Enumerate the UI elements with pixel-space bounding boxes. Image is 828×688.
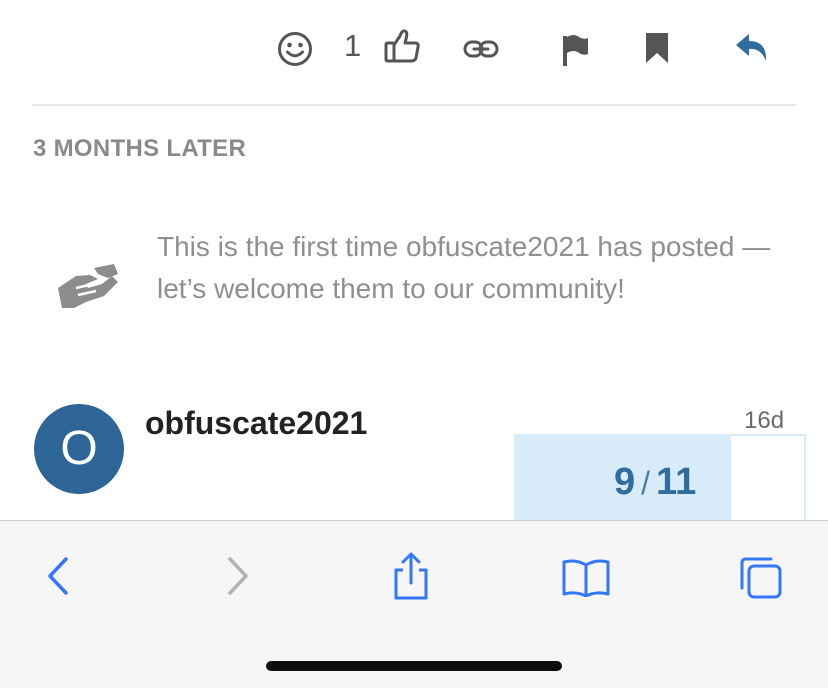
post-age[interactable]: 16d	[744, 406, 784, 436]
emoji-icon	[278, 32, 312, 66]
share-button[interactable]	[388, 549, 434, 603]
post-divider	[32, 104, 796, 106]
reply-icon	[736, 34, 767, 61]
timeline-counter: 9/11	[614, 460, 696, 505]
like-count: 1	[344, 28, 362, 63]
timeline-current: 9	[614, 461, 636, 503]
welcome-message: This is the first time obfuscate2021 has…	[157, 231, 771, 304]
handshake-icon	[56, 262, 120, 314]
thumbs-up-icon	[384, 29, 420, 63]
post-username[interactable]: obfuscate2021	[145, 404, 367, 442]
reply-button[interactable]	[732, 30, 772, 66]
bookmark-icon	[646, 33, 668, 63]
avatar[interactable]: O	[34, 404, 124, 494]
like-button[interactable]	[382, 26, 422, 66]
timeline-total: 11	[656, 461, 697, 503]
timeline-separator: /	[641, 465, 651, 501]
bookmarks-icon	[562, 559, 610, 597]
forward-icon	[228, 557, 248, 595]
bookmarks-button[interactable]	[560, 555, 612, 599]
back-icon	[48, 557, 68, 595]
tabs-button[interactable]	[736, 553, 786, 603]
share-icon	[394, 552, 428, 600]
emoji-reaction-button[interactable]	[276, 30, 314, 68]
flag-icon	[563, 35, 588, 66]
timeline-progress[interactable]: 9/11	[514, 434, 806, 522]
link-icon	[463, 40, 499, 58]
bookmark-button[interactable]	[640, 30, 674, 66]
forward-button[interactable]	[218, 551, 258, 601]
avatar-letter: O	[60, 422, 98, 475]
tabs-icon	[740, 557, 782, 599]
home-indicator	[266, 661, 562, 671]
time-gap-label: 3 MONTHS LATER	[33, 135, 247, 162]
copy-link-button[interactable]	[462, 32, 500, 66]
flag-button[interactable]	[558, 32, 592, 68]
back-button[interactable]	[38, 551, 78, 601]
